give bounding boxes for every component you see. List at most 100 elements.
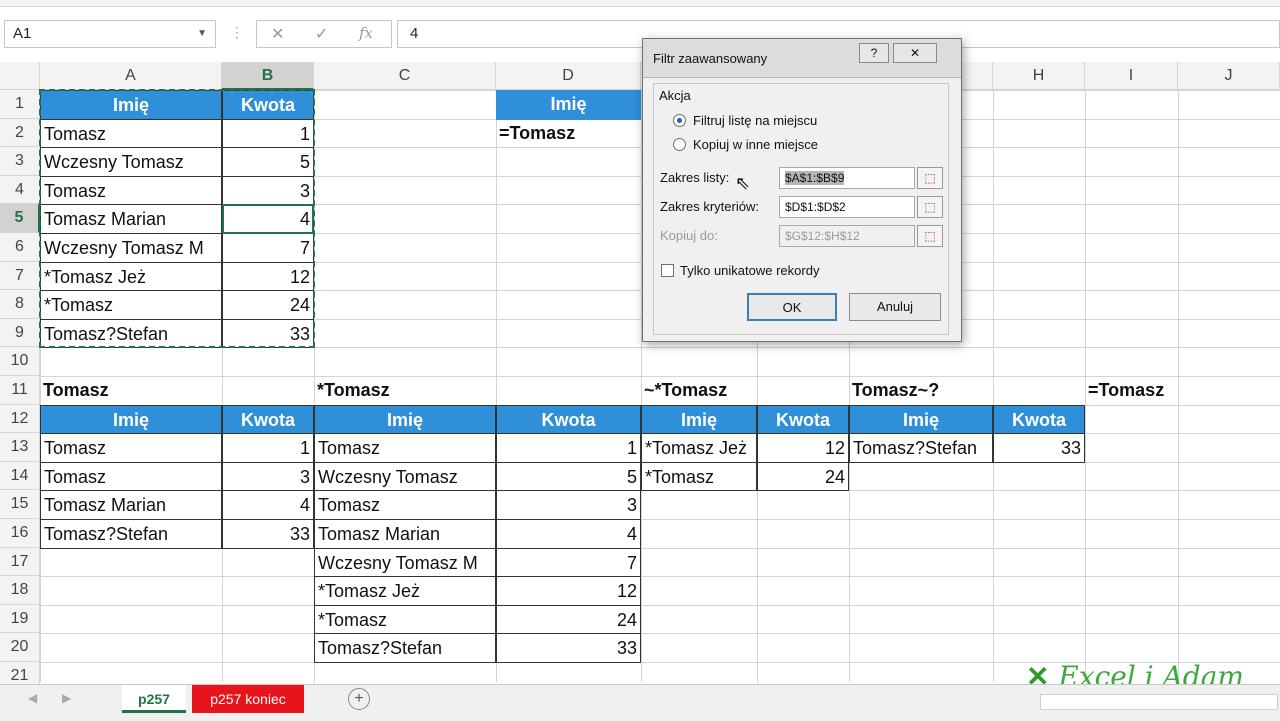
table-cell-name: *Tomasz	[40, 290, 222, 320]
row-header-7[interactable]: 7	[0, 261, 40, 291]
result-header-imie: Imię	[314, 404, 496, 435]
cancel-icon[interactable]: ✕	[271, 24, 284, 44]
row-header-9[interactable]: 9	[0, 318, 40, 348]
table-cell-name: Tomasz Marian	[40, 204, 222, 234]
enter-icon[interactable]: ✓	[315, 24, 328, 44]
result-cell-name: *Tomasz	[314, 604, 496, 635]
row-header-20[interactable]: 20	[0, 633, 40, 662]
table-cell-name: Wczesny Tomasz M	[40, 233, 222, 263]
table-cell-name: Tomasz?Stefan	[40, 318, 222, 349]
result-cell-name: Tomasz Marian	[40, 490, 222, 520]
range-picker-icon[interactable]: ⬚	[917, 196, 943, 218]
row-header-14[interactable]: 14	[0, 461, 40, 491]
add-sheet-icon[interactable]: +	[348, 688, 370, 710]
row-header-6[interactable]: 6	[0, 233, 40, 262]
result-cell-amount: 5	[496, 461, 641, 492]
name-box-value: A1	[13, 25, 32, 42]
table-cell-name: Tomasz	[40, 118, 222, 149]
result-cell-amount: 7	[496, 547, 641, 578]
cancel-button[interactable]: Anuluj	[849, 293, 941, 321]
dialog-title: Filtr zaawansowany	[653, 51, 768, 66]
table-cell-amount: 7	[222, 233, 314, 263]
criteria-range-field[interactable]: $D$1:$D$2	[779, 196, 915, 218]
row-header-1[interactable]: 1	[0, 90, 40, 119]
row-header-10[interactable]: 10	[0, 347, 40, 376]
list-range-value: $A$1:$B$9	[785, 171, 845, 185]
row-header-11[interactable]: 11	[0, 376, 40, 405]
name-box[interactable]: A1 ▼	[4, 20, 216, 48]
gridline-h	[40, 633, 1280, 635]
row-header-19[interactable]: 19	[0, 604, 40, 634]
range-picker-icon: ⬚	[917, 225, 943, 247]
gridline-v	[993, 90, 994, 682]
table-cell-amount: 33	[222, 318, 314, 349]
result-label: ~*Tomasz	[644, 380, 728, 400]
row-header-8[interactable]: 8	[0, 290, 40, 319]
criteria-header: Imię	[496, 90, 641, 120]
result-cell-name: Tomasz	[314, 490, 496, 520]
close-button[interactable]: ✕	[893, 43, 937, 63]
result-cell-amount: 4	[496, 519, 641, 549]
copy-to-label: Kopiuj do:	[660, 228, 718, 243]
dialog-titlebar[interactable]: Filtr zaawansowany ? ✕	[643, 39, 961, 78]
result-cell-name: Wczesny Tomasz M	[314, 547, 496, 578]
tab-p257[interactable]: p257	[122, 685, 186, 713]
note-cell: =Tomasz	[1088, 380, 1165, 400]
column-header-a[interactable]: A	[40, 62, 222, 90]
list-range-label: Zakres listy:	[660, 170, 730, 185]
row-header-5[interactable]: 5	[0, 204, 40, 233]
result-cell-amount: 3	[496, 490, 641, 520]
gridline-v	[1178, 90, 1179, 682]
result-cell-amount: 3	[222, 461, 314, 492]
result-header-kwota: Kwota	[757, 404, 849, 435]
table-cell-name: *Tomasz Jeż	[40, 261, 222, 292]
radio-copy-elsewhere-label[interactable]: Kopiuj w inne miejsce	[693, 137, 818, 152]
result-cell-name: Tomasz?Stefan	[40, 519, 222, 549]
scroll-right-icon[interactable]: ▶	[62, 691, 71, 705]
copy-to-field: $G$12:$H$12	[779, 225, 915, 247]
cursor-icon: ⇖	[735, 173, 751, 193]
result-cell-amount: 1	[222, 433, 314, 463]
table-cell-amount: 12	[222, 261, 314, 292]
help-button[interactable]: ?	[859, 43, 889, 63]
row-header-3[interactable]: 3	[0, 147, 40, 176]
unique-records-label[interactable]: Tylko unikatowe rekordy	[680, 263, 819, 278]
radio-filter-in-place-label[interactable]: Filtruj listę na miejscu	[693, 113, 817, 128]
column-header-c[interactable]: C	[314, 62, 496, 90]
result-cell-name: Tomasz?Stefan	[849, 433, 993, 463]
table-cell-amount: 3	[222, 175, 314, 206]
radio-filter-in-place[interactable]	[673, 114, 686, 127]
result-header-imie: Imię	[641, 404, 757, 435]
radio-copy-elsewhere[interactable]	[673, 138, 686, 151]
row-header-12[interactable]: 12	[0, 404, 40, 434]
column-header-b[interactable]: B	[222, 62, 314, 90]
row-header-2[interactable]: 2	[0, 118, 40, 148]
column-header-i[interactable]: I	[1085, 62, 1178, 90]
select-all-corner[interactable]	[0, 62, 40, 90]
row-header-17[interactable]: 17	[0, 547, 40, 577]
ok-button[interactable]: OK	[747, 293, 837, 321]
row-header-15[interactable]: 15	[0, 490, 40, 519]
result-cell-name: *Tomasz	[641, 461, 757, 492]
fx-icon[interactable]: fx	[359, 24, 373, 42]
column-header-h[interactable]: H	[993, 62, 1085, 90]
column-header-j[interactable]: J	[1178, 62, 1280, 90]
chevron-down-icon[interactable]: ▼	[197, 21, 207, 47]
column-header-d[interactable]: D	[496, 62, 641, 90]
list-range-field[interactable]: $A$1:$B$9	[779, 167, 915, 189]
range-picker-icon[interactable]: ⬚	[917, 167, 943, 189]
row-header-16[interactable]: 16	[0, 519, 40, 548]
scroll-left-icon[interactable]: ◀	[28, 691, 37, 705]
row-header-4[interactable]: 4	[0, 175, 40, 205]
result-cell-amount: 33	[496, 633, 641, 663]
unique-records-checkbox[interactable]	[661, 264, 674, 277]
row-header-18[interactable]: 18	[0, 576, 40, 605]
formula-buttons: ✕ ✓ fx	[256, 20, 392, 48]
horizontal-scrollbar[interactable]	[1040, 694, 1278, 710]
result-cell-amount: 12	[496, 576, 641, 606]
tab-p257-koniec[interactable]: p257 koniec	[192, 685, 304, 713]
result-cell-amount: 4	[222, 490, 314, 520]
active-cell	[222, 204, 314, 234]
result-cell-name: Tomasz?Stefan	[314, 633, 496, 663]
row-header-13[interactable]: 13	[0, 433, 40, 462]
